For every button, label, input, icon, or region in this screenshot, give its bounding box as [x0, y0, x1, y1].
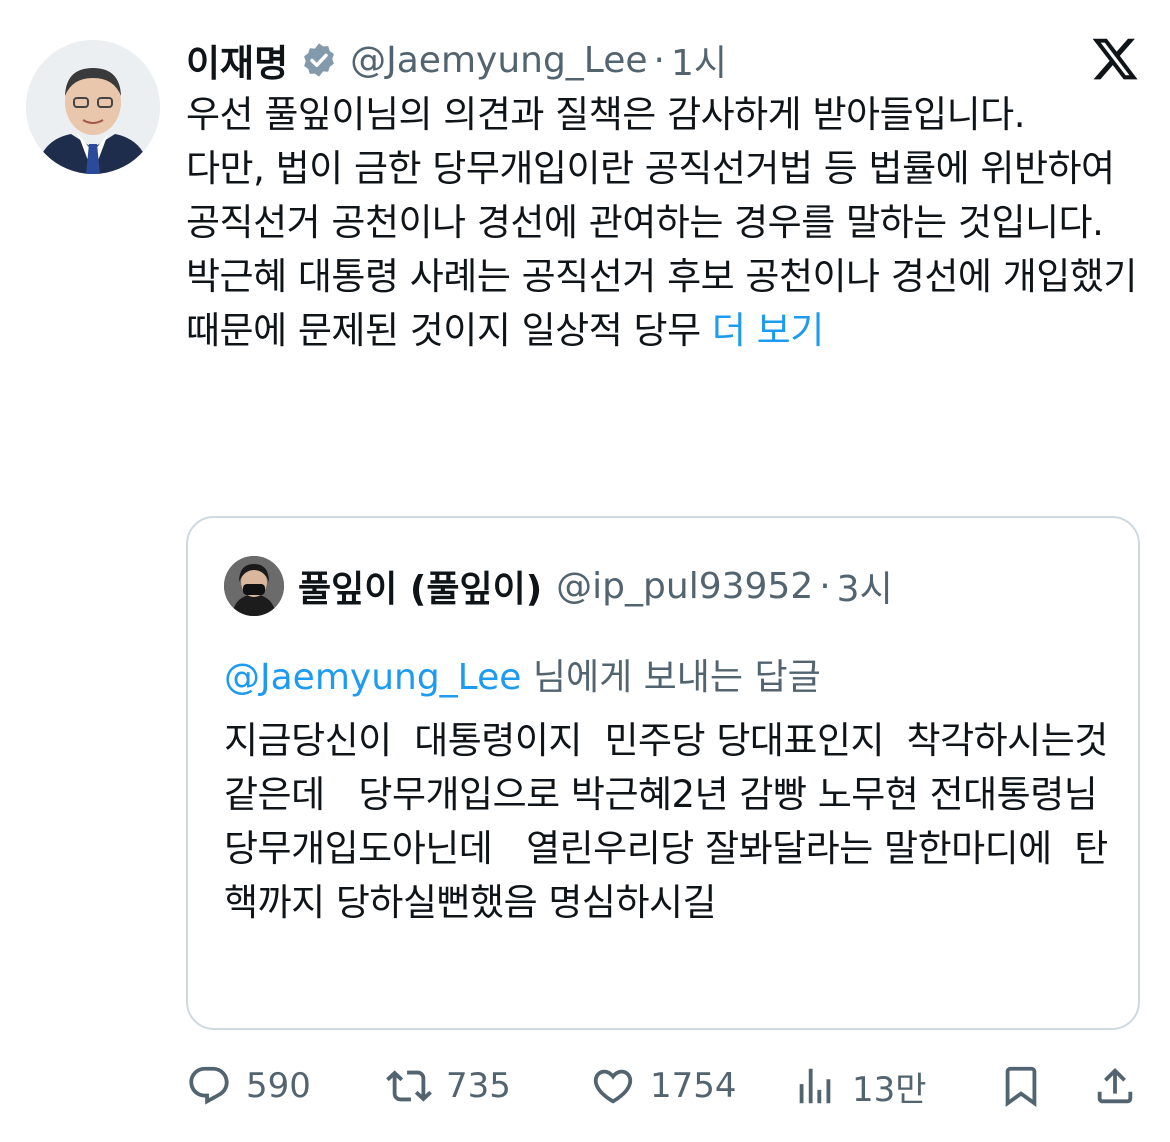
retweet-button[interactable]: 735 [386, 1056, 511, 1116]
reply-button[interactable]: 590 [186, 1056, 311, 1116]
quoted-tweet-text: 지금당신이 대통령이지 민주당 당대표인지 착각하시는것같은데 당무개입으로 박… [224, 719, 1132, 924]
x-logo-icon [1090, 34, 1140, 84]
tweet-header: 이재명 @Jaemyung_Lee · 1시 [186, 30, 727, 90]
reply-mention-link[interactable]: @Jaemyung_Lee [224, 657, 521, 698]
author-avatar[interactable] [26, 40, 160, 174]
views-icon [799, 1068, 831, 1104]
author-handle[interactable]: @Jaemyung_Lee [350, 40, 647, 81]
retweet-icon [386, 1070, 432, 1102]
reply-count: 590 [246, 1066, 311, 1106]
like-button[interactable]: 1754 [590, 1056, 737, 1116]
retweet-count: 735 [446, 1066, 511, 1106]
verified-badge-icon [300, 41, 338, 79]
heart-icon [593, 1069, 633, 1104]
quoted-tweet-header: 풀잎이 (풀잎이) @ip_pul93952 · 3시 [224, 554, 893, 618]
bookmark-button[interactable] [998, 1056, 1058, 1116]
quoted-author-name[interactable]: 풀잎이 (풀잎이) [298, 560, 542, 612]
tweet-text: 우선 풀잎이님의 의견과 질책은 감사하게 받아들입니다. 다만, 법이 금한 … [186, 88, 1146, 358]
bookmark-icon [1005, 1066, 1037, 1107]
views-button[interactable]: 13만 [792, 1056, 927, 1116]
tweet-paragraph-3-text: 박근혜 대통령 사례는 공직선거 후보 공천이나 경선에 개입했기 때문에 문제… [186, 255, 1137, 352]
quoted-author-handle[interactable]: @ip_pul93952 [556, 566, 813, 607]
separator-dot: · [653, 39, 665, 81]
author-name[interactable]: 이재명 [186, 33, 288, 87]
tweet-paragraph-3: 박근혜 대통령 사례는 공직선거 후보 공천이나 경선에 개입했기 때문에 문제… [186, 250, 1146, 358]
tweet-paragraph-1: 우선 풀잎이님의 의견과 질책은 감사하게 받아들입니다. [186, 93, 1026, 136]
quoted-tweet[interactable]: 풀잎이 (풀잎이) @ip_pul93952 · 3시 @Jaemyung_Le… [186, 516, 1140, 1030]
reply-context: @Jaemyung_Lee 님에게 보내는 답글 [224, 648, 821, 700]
tweet-time[interactable]: 1시 [671, 34, 727, 86]
like-count: 1754 [650, 1066, 737, 1106]
share-icon [1097, 1067, 1133, 1104]
views-count: 13만 [852, 1069, 927, 1110]
share-button[interactable] [1092, 1056, 1152, 1116]
reply-icon [189, 1066, 229, 1105]
show-more-link[interactable]: 더 보기 [712, 309, 824, 352]
quoted-author-avatar[interactable] [224, 556, 284, 616]
quoted-tweet-time[interactable]: 3시 [837, 560, 893, 612]
reply-context-label: 님에게 보내는 답글 [521, 657, 821, 698]
quoted-separator-dot: · [819, 565, 831, 607]
tweet-action-bar: 590 735 1754 13만 [186, 1056, 1146, 1116]
tweet-paragraph-2: 다만, 법이 금한 당무개입이란 공직선거법 등 법률에 위반하여 공직선거 공… [186, 147, 1115, 244]
